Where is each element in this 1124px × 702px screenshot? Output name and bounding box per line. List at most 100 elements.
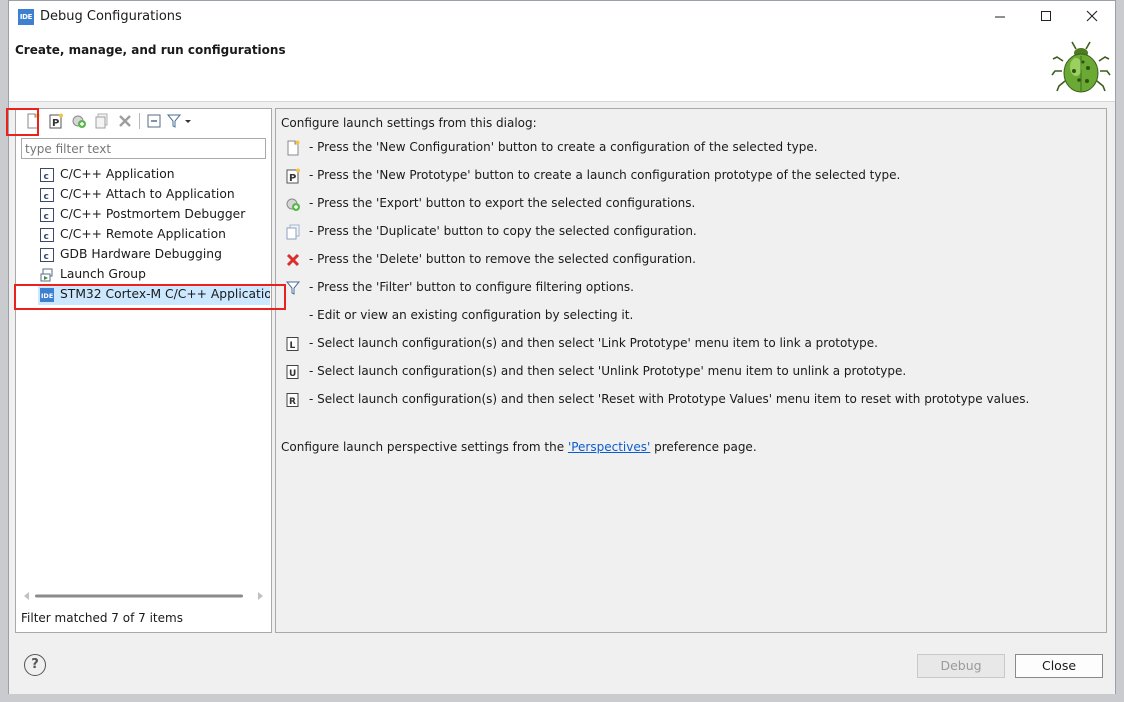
maximize-icon xyxy=(1041,11,1051,21)
help-text: - Press the 'Delete' button to remove th… xyxy=(309,252,696,266)
header-title: Create, manage, and run configurations xyxy=(15,43,286,57)
debug-bug-icon xyxy=(1051,41,1111,93)
tree-item-c-cpp-remote[interactable]: c C/C++ Remote Application xyxy=(38,225,270,245)
scroll-left-icon xyxy=(24,592,29,600)
svg-text:c: c xyxy=(44,232,49,242)
help-text: - Select launch configuration(s) and the… xyxy=(309,392,1030,406)
icon-letter: L xyxy=(290,341,296,351)
tree-item-c-cpp-application[interactable]: c C/C++ Application xyxy=(38,165,270,185)
filter-status: Filter matched 7 of 7 items xyxy=(21,611,183,625)
collapse-all-icon xyxy=(147,114,161,128)
unlink-prototype-icon: U xyxy=(286,365,299,379)
tree-item-launch-group[interactable]: Launch Group xyxy=(38,265,270,285)
help-text: - Press the 'New Configuration' button t… xyxy=(309,140,818,154)
tree-item-label: C/C++ Postmortem Debugger xyxy=(60,207,246,221)
chevron-down-icon xyxy=(185,120,191,123)
dialog-content: P type filter text c C/C++ Application c… xyxy=(9,102,1115,641)
tree-item-c-cpp-attach[interactable]: c C/C++ Attach to Application xyxy=(38,185,270,205)
filter-icon xyxy=(285,281,301,295)
title-bar: IDE Debug Configurations xyxy=(9,1,1115,33)
export-button[interactable] xyxy=(70,112,88,130)
duplicate-button[interactable] xyxy=(93,112,111,130)
c-config-icon: c xyxy=(40,208,54,222)
duplicate-icon xyxy=(95,113,108,129)
close-window-button[interactable] xyxy=(1069,1,1115,32)
tree-item-gdb-hardware[interactable]: c GDB Hardware Debugging xyxy=(38,245,270,265)
tree-item-label: C/C++ Attach to Application xyxy=(60,187,235,201)
minimize-icon xyxy=(995,16,1005,18)
help-text: - Press the 'New Prototype' button to cr… xyxy=(309,168,901,182)
svg-text:c: c xyxy=(44,212,49,222)
intro-text: Configure launch settings from this dial… xyxy=(281,116,537,130)
help-row-unlink-prototype: U - Select launch configuration(s) and t… xyxy=(281,361,1101,383)
horizontal-scrollbar[interactable] xyxy=(21,589,266,603)
svg-text:c: c xyxy=(44,252,49,262)
filter-input[interactable] xyxy=(21,138,266,159)
help-row-edit: - Edit or view an existing configuration… xyxy=(281,305,1101,327)
close-button[interactable]: Close xyxy=(1015,654,1103,678)
new-prototype-button[interactable]: P xyxy=(47,112,65,130)
tree-item-label: Launch Group xyxy=(60,267,146,281)
scroll-right-icon xyxy=(258,592,263,600)
scrollbar-thumb xyxy=(35,594,243,598)
collapse-all-button[interactable] xyxy=(145,112,163,130)
tree-item-c-cpp-postmortem[interactable]: c C/C++ Postmortem Debugger xyxy=(38,205,270,225)
c-config-icon: c xyxy=(40,248,54,262)
dialog-header: Create, manage, and run configurations xyxy=(9,33,1115,102)
dialog-footer: ? Debug Close xyxy=(9,641,1115,694)
new-prototype-icon: P xyxy=(286,168,300,184)
maximize-button[interactable] xyxy=(1023,1,1069,32)
help-pane: Configure launch settings from this dial… xyxy=(275,108,1107,633)
delete-icon xyxy=(286,253,300,267)
help-text: - Press the 'Filter' button to configure… xyxy=(309,280,634,294)
scrollbar-track xyxy=(24,592,263,600)
help-text: - Edit or view an existing configuration… xyxy=(309,308,634,322)
help-row-new-configuration: - Press the 'New Configuration' button t… xyxy=(281,137,1101,159)
close-icon xyxy=(1086,10,1098,22)
minimize-button[interactable] xyxy=(977,1,1023,32)
svg-text:c: c xyxy=(44,192,49,202)
window-title: Debug Configurations xyxy=(40,9,182,24)
svg-text:P: P xyxy=(289,173,296,184)
help-row-link-prototype: L - Select launch configuration(s) and t… xyxy=(281,333,1101,355)
duplicate-icon xyxy=(286,224,300,240)
new-prototype-icon: P xyxy=(49,113,63,129)
c-config-icon: c xyxy=(40,188,54,202)
help-row-new-prototype: P - Press the 'New Prototype' button to … xyxy=(281,165,1101,187)
configuration-toolbar: P xyxy=(16,109,271,133)
toolbar-separator xyxy=(139,113,140,129)
filter-button[interactable] xyxy=(165,112,183,130)
perspectives-suffix: preference page. xyxy=(650,440,757,454)
icon-letter: R xyxy=(289,397,296,407)
help-text: - Press the 'Export' button to export th… xyxy=(309,196,696,210)
view-menu-button[interactable] xyxy=(183,112,201,130)
icon-letter: U xyxy=(289,369,296,379)
svg-text:c: c xyxy=(44,172,49,182)
svg-text:P: P xyxy=(52,118,59,129)
export-icon xyxy=(286,198,300,211)
tree-item-label: GDB Hardware Debugging xyxy=(60,247,222,261)
highlight-stm32-item xyxy=(14,284,286,310)
export-icon xyxy=(72,115,86,128)
c-config-icon: c xyxy=(40,228,54,242)
help-button[interactable]: ? xyxy=(24,654,46,676)
tree-item-label: C/C++ Application xyxy=(60,167,175,181)
new-configuration-icon xyxy=(287,140,300,156)
configuration-tree-pane: P type filter text c C/C++ Application c… xyxy=(15,108,272,633)
reset-prototype-icon: R xyxy=(286,393,299,407)
help-row-delete: - Press the 'Delete' button to remove th… xyxy=(281,249,1101,271)
filter-icon xyxy=(166,114,182,128)
help-row-export: - Press the 'Export' button to export th… xyxy=(281,193,1101,215)
link-prototype-icon: L xyxy=(286,337,299,351)
help-row-filter: - Press the 'Filter' button to configure… xyxy=(281,277,1101,299)
delete-icon xyxy=(119,115,131,127)
perspectives-link[interactable]: 'Perspectives' xyxy=(568,440,650,454)
debug-button[interactable]: Debug xyxy=(917,654,1005,678)
help-text: - Press the 'Duplicate' button to copy t… xyxy=(309,224,697,238)
tree-item-label: C/C++ Remote Application xyxy=(60,227,226,241)
perspectives-prefix: Configure launch perspective settings fr… xyxy=(281,440,568,454)
help-row-reset-prototype: R - Select launch configuration(s) and t… xyxy=(281,389,1101,411)
perspectives-text: Configure launch perspective settings fr… xyxy=(281,440,757,454)
delete-button[interactable] xyxy=(116,112,134,130)
help-row-duplicate: - Press the 'Duplicate' button to copy t… xyxy=(281,221,1101,243)
